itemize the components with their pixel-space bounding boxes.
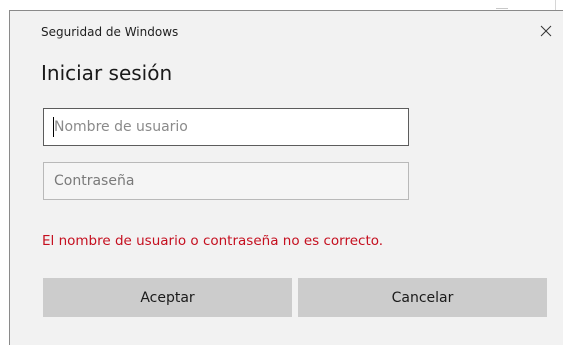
- dialog-heading: Iniciar sesión: [41, 61, 173, 85]
- password-input[interactable]: [43, 162, 409, 200]
- close-icon[interactable]: [538, 23, 554, 39]
- text-caret: [53, 117, 54, 137]
- credential-dialog: Seguridad de Windows Iniciar sesión El n…: [9, 10, 563, 345]
- username-input[interactable]: [43, 108, 409, 146]
- ok-button[interactable]: Aceptar: [43, 278, 292, 317]
- dialog-title: Seguridad de Windows: [41, 25, 179, 39]
- screen: Seguridad de Windows Iniciar sesión El n…: [0, 0, 563, 345]
- cancel-button[interactable]: Cancelar: [298, 278, 547, 317]
- error-message: El nombre de usuario o contraseña no es …: [42, 233, 384, 249]
- background-minimize-icon: [496, 8, 508, 9]
